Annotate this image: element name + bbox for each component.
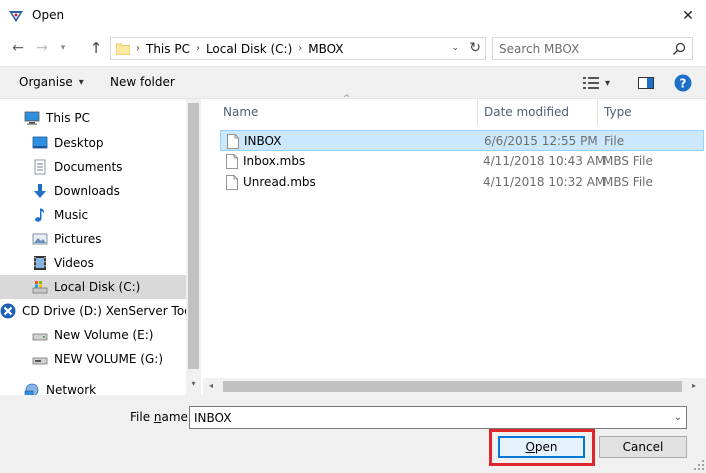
sidebar-item-documents[interactable]: Documents [0,155,186,179]
column-divider[interactable] [477,99,478,125]
file-date-modified: 4/11/2018 10:43 AM [483,154,606,168]
sidebar-item-new-volume-g[interactable]: NEW VOLUME (G:) [0,347,186,371]
pictures-icon [32,233,48,245]
sidebar-item-downloads[interactable]: Downloads [0,179,186,203]
column-header-name[interactable]: Name [223,99,258,125]
column-divider[interactable] [597,99,598,125]
back-arrow-icon[interactable]: ← [8,38,28,58]
sidebar-item-local-disk[interactable]: Local Disk (C:) [0,275,186,299]
drive-icon [32,333,48,341]
sort-ascending-icon: ^ [343,94,351,104]
column-header-type[interactable]: Type [604,99,632,125]
sidebar-item-label: Local Disk (C:) [54,280,141,294]
scroll-right-icon[interactable]: ▸ [688,380,700,392]
scroll-left-icon[interactable]: ◂ [205,380,217,392]
chevron-down-icon: ▾ [78,76,84,88]
close-icon: ✕ [682,8,694,24]
help-icon[interactable]: ? [674,74,692,92]
breadcrumb-mbox[interactable]: MBOX [308,42,343,56]
breadcrumb-separator[interactable]: › [196,43,200,54]
sidebar-item-music[interactable]: Music [0,203,186,227]
sidebar-item-label: NEW VOLUME (G:) [54,352,164,366]
close-button[interactable]: ✕ [672,2,704,30]
file-date-modified: 4/11/2018 10:32 AM [483,175,606,189]
sidebar-item-label: Videos [54,256,94,270]
breadcrumb-local-disk[interactable]: Local Disk (C:) [206,42,292,56]
horizontal-scrollbar-thumb[interactable] [223,381,682,392]
sidebar-item-pictures[interactable]: Pictures [0,227,186,251]
file-row[interactable]: Inbox.mbs 4/11/2018 10:43 AM MBS File [220,151,704,172]
title-bar [0,0,706,31]
organise-button[interactable]: Organise ▾ [19,75,84,89]
sidebar-item-label: Downloads [54,184,120,198]
music-icon [35,208,45,222]
window-title: Open [32,8,65,22]
sidebar-item-label: New Volume (E:) [54,328,154,342]
up-arrow-icon[interactable]: ↑ [86,38,106,58]
address-dropdown-icon[interactable]: ⌄ [451,38,459,59]
file-row[interactable]: Unread.mbs 4/11/2018 10:32 AM MBS File [220,172,704,193]
file-icon [226,154,238,169]
recent-locations-chevron-icon[interactable]: ▾ [56,38,70,58]
file-name-input[interactable] [194,407,664,428]
change-view-button[interactable]: ▾ [583,74,619,92]
search-box[interactable] [492,37,693,60]
file-type: MBS File [603,154,653,168]
sidebar-item-label: Desktop [54,136,104,150]
search-input[interactable] [499,38,664,59]
sidebar-item-new-volume-e[interactable]: New Volume (E:) [0,323,186,347]
sidebar-item-label: Pictures [54,232,102,246]
file-icon [227,134,239,149]
computer-icon [24,111,40,125]
file-name: Inbox.mbs [243,154,306,168]
sidebar-item-videos[interactable]: Videos [0,251,186,275]
drive-icon [32,357,48,365]
scroll-down-icon[interactable]: ▾ [188,378,199,390]
file-date-modified: 6/6/2015 12:55 PM [484,134,598,148]
file-name-label: File name: [130,410,192,424]
navigation-scrollbar-thumb[interactable] [188,103,199,369]
sidebar-item-this-pc[interactable]: This PC [0,106,186,130]
breadcrumb-separator: › [136,43,140,54]
sidebar-item-label: This PC [46,111,90,125]
drive-icon [32,281,48,294]
new-folder-button[interactable]: New folder [110,75,175,89]
sidebar-item-label: Music [54,208,89,222]
desktop-icon [32,136,48,149]
breadcrumb-this-pc[interactable]: This PC [146,42,190,56]
svg-text:?: ? [680,77,687,91]
folder-icon [116,43,130,55]
open-button[interactable]: Open [498,436,585,458]
chevron-down-icon[interactable]: ⌄ [674,407,682,428]
details-view-icon [583,77,599,89]
preview-pane-icon[interactable] [637,74,655,92]
videos-icon [34,256,46,270]
address-bar[interactable]: › This PC › Local Disk (C:) › MBOX ⌄ ↻ [110,37,486,60]
file-type: MBS File [603,175,653,189]
file-icon [226,175,238,190]
file-type: File [604,134,625,148]
forward-arrow-icon[interactable]: → [32,38,52,58]
file-name: INBOX [244,134,282,148]
documents-icon [34,159,46,175]
refresh-icon[interactable]: ↻ [469,38,481,59]
sidebar-item-cd-drive[interactable]: CD Drive (D:) XenServer Tools [0,299,186,323]
cancel-button[interactable]: Cancel [599,436,687,458]
chevron-down-icon: ▾ [605,77,611,89]
breadcrumb-separator[interactable]: › [298,43,302,54]
file-name: Unread.mbs [243,175,316,189]
app-icon [9,11,23,22]
file-row[interactable]: INBOX 6/6/2015 12:55 PM File [220,130,704,151]
downloads-icon [34,184,46,198]
resize-grip-icon[interactable] [694,460,704,470]
sidebar-item-desktop[interactable]: Desktop [0,131,186,155]
organise-label: Organise [19,75,73,89]
cd-drive-icon [0,303,16,319]
file-name-combobox[interactable]: ⌄ [189,406,687,429]
sidebar-item-label: CD Drive (D:) XenServer Tools [22,304,186,318]
column-header-date-modified[interactable]: Date modified [484,99,569,125]
search-icon [673,42,686,55]
sidebar-item-label: Documents [54,160,123,174]
